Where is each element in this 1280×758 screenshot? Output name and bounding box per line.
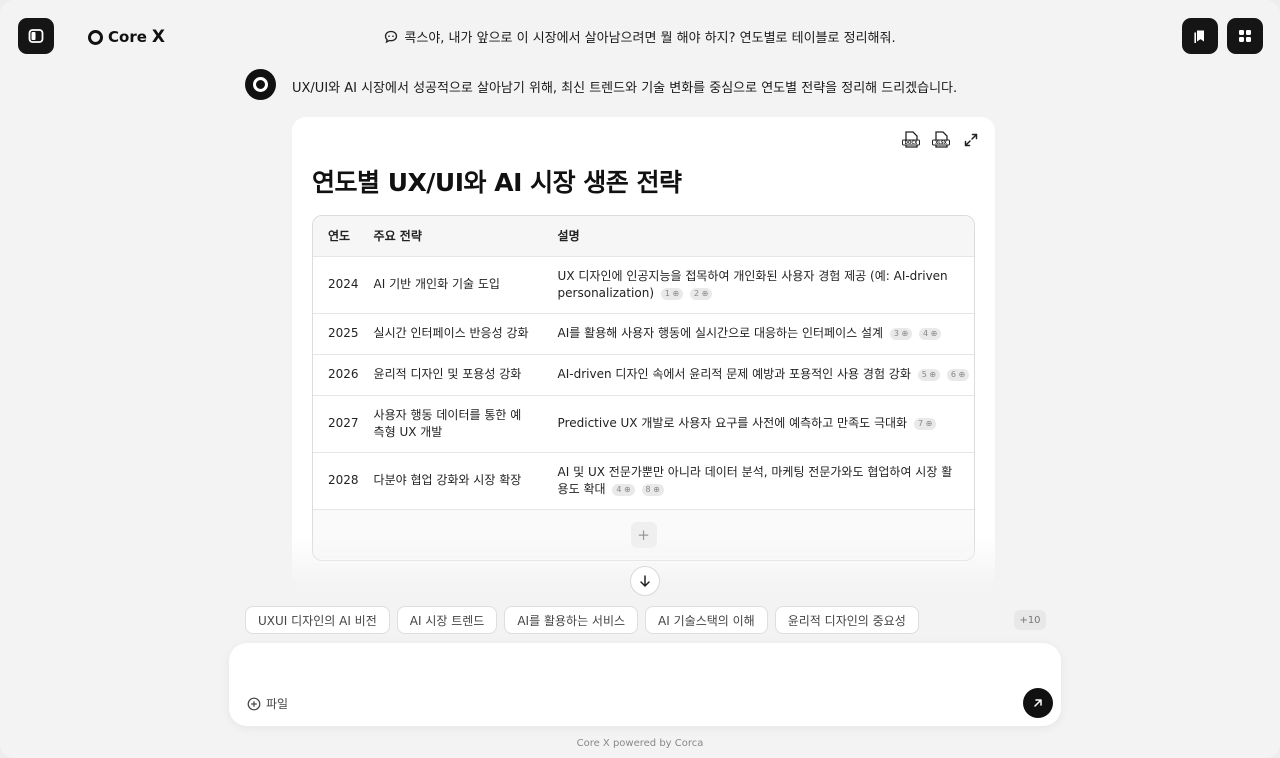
plus-circle-icon bbox=[247, 697, 261, 710]
cell-strategy: 실시간 인터페이스 반응성 강화 bbox=[358, 312, 543, 354]
cell-strategy: 윤리적 디자인 및 포용성 강화 bbox=[358, 353, 543, 395]
citation-badge[interactable]: 8 ⊕ bbox=[641, 483, 664, 496]
footer-credit: Core X powered by Corca bbox=[576, 738, 704, 749]
arrow-up-right-icon bbox=[1034, 699, 1042, 707]
cell-year: 2026 bbox=[313, 353, 359, 395]
export-xlsx-button[interactable]: XLSX bbox=[931, 130, 951, 150]
assistant-message: UX/UI와 AI 시장에서 성공적으로 살아남기 위해, 최신 트렌드와 기술… bbox=[292, 81, 958, 96]
message-input[interactable] bbox=[247, 655, 1007, 687]
assistant-avatar bbox=[245, 69, 276, 100]
cell-strategy: 다분야 협업 강화와 시장 확장 bbox=[358, 451, 543, 509]
citation-badge[interactable]: 6 ⊕ bbox=[946, 369, 970, 381]
description-text: UX 디자인에 인공지능을 접목하여 개인화된 사용자 경험 제공 (예: AI… bbox=[557, 268, 948, 300]
suggestion-chip[interactable]: AI를 활용하는 서비스 bbox=[504, 606, 639, 634]
cell-strategy: 사용자 행동 데이터를 통한 예측형 UX 개발 bbox=[358, 394, 543, 452]
citation-badge[interactable]: 4 ⊕ bbox=[612, 483, 635, 496]
citation-badge[interactable]: 7 ⊕ bbox=[913, 418, 937, 430]
column-header-year: 연도 bbox=[328, 229, 351, 244]
suggestion-chip[interactable]: UXUI 디자인의 AI 비전 bbox=[245, 606, 390, 634]
xlsx-icon: XLSX bbox=[932, 131, 950, 148]
user-message: 콕스야, 내가 앞으로 이 시장에서 살아남으려면 뭘 해야 하지? 연도별로 … bbox=[0, 27, 1280, 46]
more-suggestions-button[interactable]: +10 bbox=[1014, 610, 1046, 630]
message-composer: 파일 bbox=[229, 643, 1061, 726]
description-text: AI-driven 디자인 속에서 윤리적 문제 예방과 포용적인 사용 경험 … bbox=[557, 367, 911, 381]
app-window: Core X 콕스야, 내가 앞으로 이 시장에서 살아남으려면 뭘 해야 하지… bbox=[0, 0, 1280, 758]
arrow-down-icon bbox=[640, 575, 650, 587]
table-row: 2025 실시간 인터페이스 반응성 강화 AI를 활용해 사용자 행동에 실시… bbox=[313, 312, 974, 354]
attach-file-label: 파일 bbox=[266, 697, 289, 711]
cell-year: 2027 bbox=[313, 394, 359, 452]
table-row: 2026 윤리적 디자인 및 포용성 강화 AI-driven 디자인 속에서 … bbox=[313, 353, 974, 395]
attach-file-button[interactable]: 파일 bbox=[247, 695, 288, 712]
suggestion-chip[interactable]: AI 기술스택의 이해 bbox=[645, 606, 768, 634]
table-row: 2027 사용자 행동 데이터를 통한 예측형 UX 개발 Predictive… bbox=[313, 394, 974, 452]
svg-text:XLSX: XLSX bbox=[935, 140, 947, 145]
citation-badge[interactable]: 2 ⊕ bbox=[690, 287, 713, 300]
suggestion-chips: UXUI 디자인의 AI 비전 AI 시장 트렌드 AI를 활용하는 서비스 A… bbox=[245, 606, 919, 634]
citation-badge[interactable]: 5 ⊕ bbox=[917, 369, 941, 381]
strategy-table: 연도 주요 전략 설명 2024 AI 기반 개인화 기술 도입 UX 디자인에… bbox=[312, 215, 975, 561]
result-card: DOCX XLSX 연도별 UX/UI와 AI 시장 생존 전략 연도 주요 전… bbox=[292, 117, 995, 587]
card-toolbar: DOCX XLSX bbox=[901, 130, 981, 150]
scroll-down-button[interactable] bbox=[630, 566, 660, 596]
bookmark-icon bbox=[1194, 30, 1204, 43]
send-button[interactable] bbox=[1023, 688, 1053, 718]
suggestion-chip[interactable]: 윤리적 디자인의 중요성 bbox=[774, 606, 919, 634]
cell-year: 2024 bbox=[313, 255, 359, 313]
table-row: 2024 AI 기반 개인화 기술 도입 UX 디자인에 인공지능을 접목하여 … bbox=[313, 255, 974, 313]
bookmark-button[interactable] bbox=[1182, 18, 1218, 54]
cell-year: 2025 bbox=[313, 312, 359, 354]
suggestion-chip[interactable]: AI 시장 트렌드 bbox=[396, 606, 498, 634]
assistant-logo-icon bbox=[253, 77, 268, 92]
svg-text:DOCX: DOCX bbox=[905, 140, 918, 145]
citation-badge[interactable]: 1 ⊕ bbox=[660, 287, 684, 300]
cell-description: Predictive UX 개발로 사용자 요구를 사전에 예측하고 만족도 극… bbox=[542, 394, 974, 452]
cell-strategy: AI 기반 개인화 기술 도입 bbox=[358, 255, 543, 313]
card-title: 연도별 UX/UI와 AI 시장 생존 전략 bbox=[312, 168, 682, 197]
description-text: AI를 활용해 사용자 행동에 실시간으로 대응하는 인터페이스 설계 bbox=[557, 326, 884, 340]
column-header-description: 설명 bbox=[557, 229, 580, 244]
chat-bubble-icon bbox=[385, 30, 398, 43]
apps-grid-button[interactable] bbox=[1227, 18, 1263, 54]
cell-description: AI를 활용해 사용자 행동에 실시간으로 대응하는 인터페이스 설계 3 ⊕ … bbox=[542, 312, 974, 354]
cell-year: 2028 bbox=[313, 451, 359, 509]
table-row: 2028 다분야 협업 강화와 시장 확장 AI 및 UX 전문가뿐만 아니라 … bbox=[313, 451, 974, 509]
grid-icon bbox=[1239, 30, 1251, 42]
table-header-row: 연도 주요 전략 설명 bbox=[313, 216, 974, 256]
expand-button[interactable] bbox=[961, 130, 981, 150]
cell-description: AI 및 UX 전문가뿐만 아니라 데이터 분석, 마케팅 전문가와도 협업하여… bbox=[542, 451, 974, 509]
docx-icon: DOCX bbox=[902, 131, 920, 148]
cell-description: AI-driven 디자인 속에서 윤리적 문제 예방과 포용적인 사용 경험 … bbox=[542, 353, 974, 395]
user-message-text: 콕스야, 내가 앞으로 이 시장에서 살아남으려면 뭘 해야 하지? 연도별로 … bbox=[404, 31, 896, 46]
cell-description: UX 디자인에 인공지능을 접목하여 개인화된 사용자 경험 제공 (예: AI… bbox=[542, 255, 974, 313]
citation-badge[interactable]: 3 ⊕ bbox=[889, 328, 913, 340]
expand-icon bbox=[964, 133, 978, 147]
export-docx-button[interactable]: DOCX bbox=[901, 130, 921, 150]
citation-badge[interactable]: 4 ⊕ bbox=[919, 328, 942, 340]
description-text: Predictive UX 개발로 사용자 요구를 사전에 예측하고 만족도 극… bbox=[557, 416, 908, 430]
column-header-strategy: 주요 전략 bbox=[373, 229, 422, 244]
